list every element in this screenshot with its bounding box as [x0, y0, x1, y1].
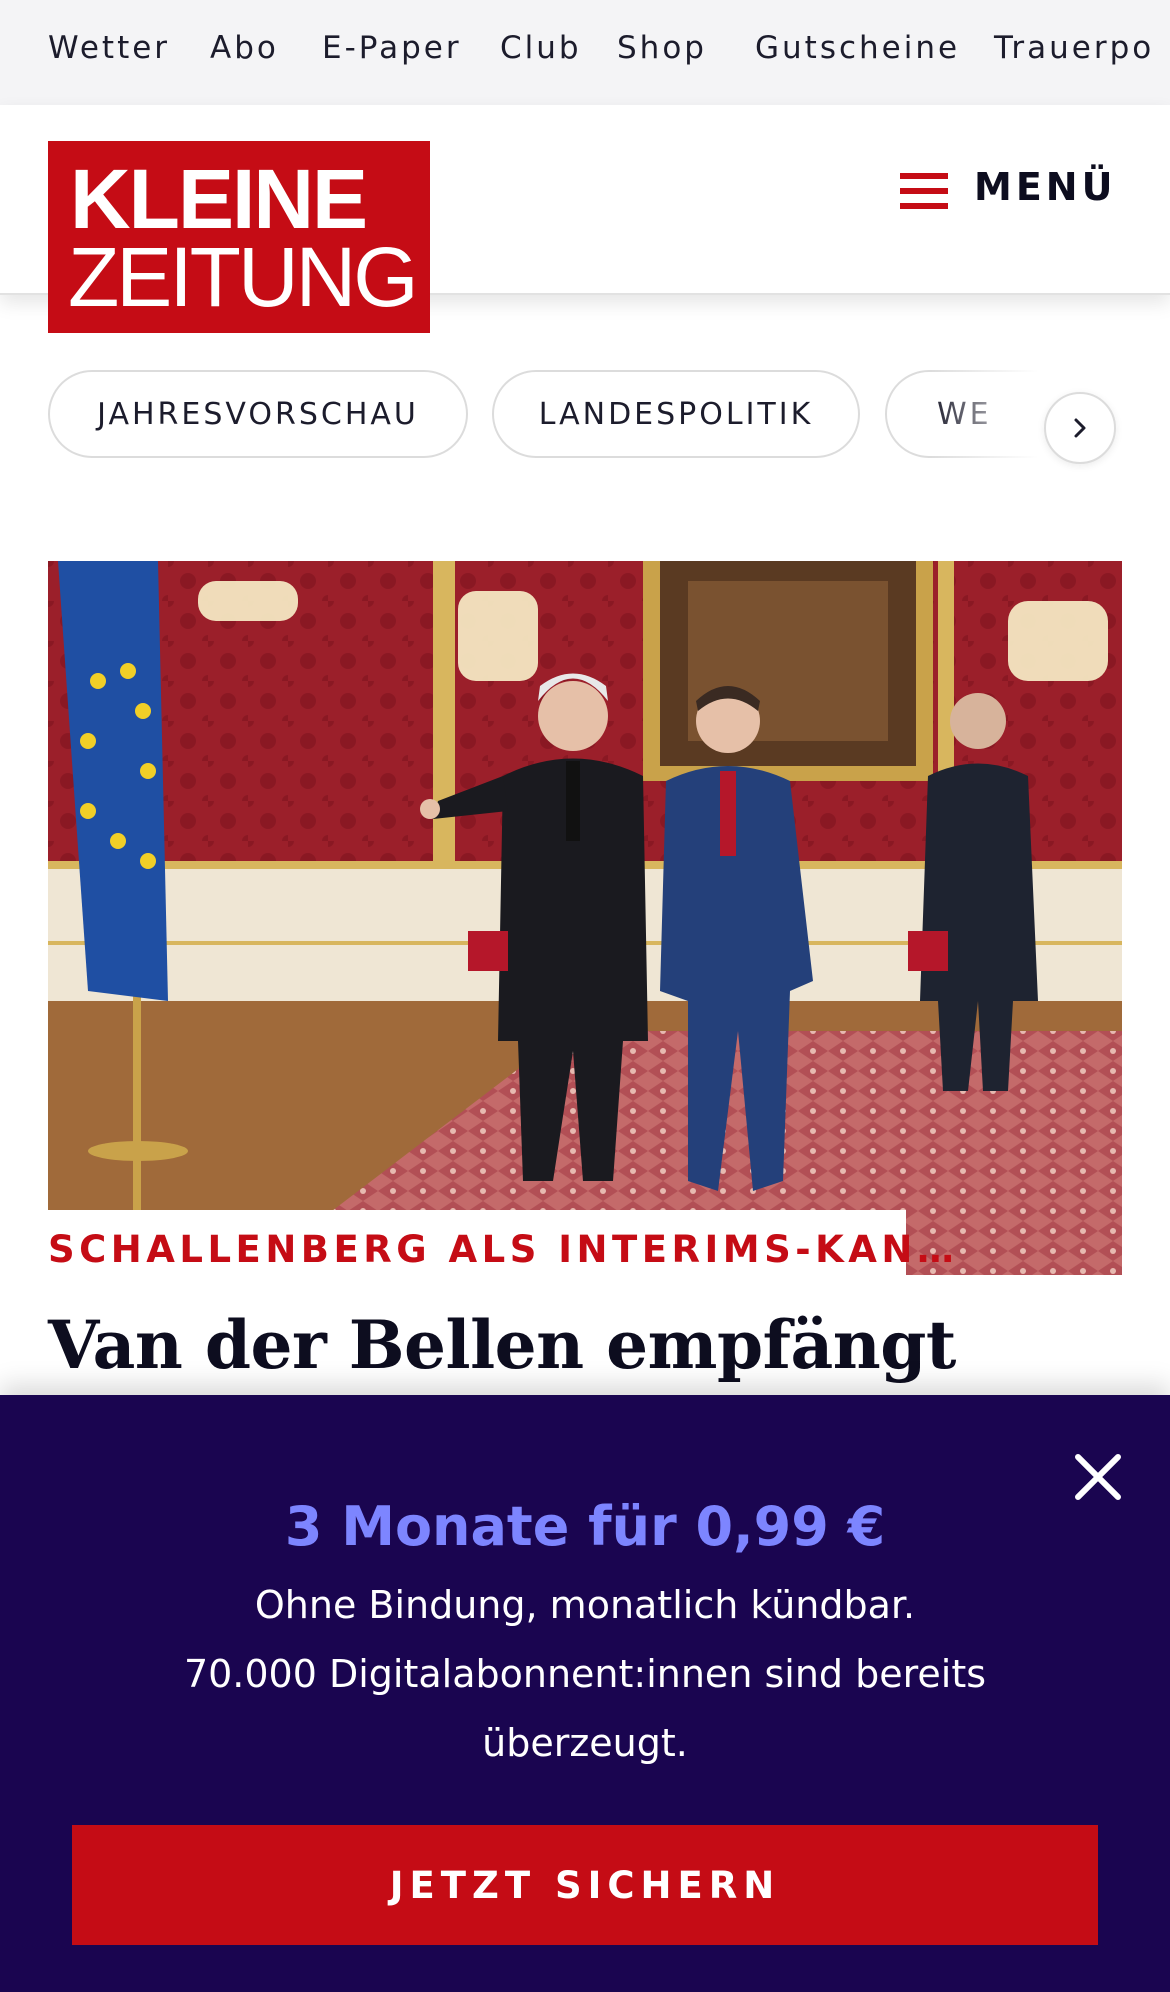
topic-chip-landespolitik[interactable]: LANDESPOLITIK [492, 370, 860, 458]
article-kicker[interactable]: SCHALLENBERG ALS INTERIMS-KAN… [48, 1228, 958, 1271]
topnav-link-gutscheine[interactable]: Gutscheine [755, 30, 960, 66]
menu-button[interactable]: MENÜ [900, 155, 1112, 215]
offer-line-2: 70.000 Digitalabonnent:innen sind bereit… [183, 1652, 987, 1765]
kleine-zeitung-logo[interactable]: KLEINE ZEITUNG [48, 141, 430, 333]
topnav-link-shop[interactable]: Shop [617, 30, 707, 66]
topnav-link-club[interactable]: Club [500, 30, 582, 66]
topnav-link-wetter[interactable]: Wetter [48, 30, 170, 66]
top-utility-nav: Wetter Abo E-Paper Club Shop Gutscheine … [0, 0, 1170, 105]
chevron-right-icon [1074, 418, 1086, 438]
chips-next-button[interactable] [1044, 392, 1116, 464]
offer-title: 3 Monate für 0,99 € [284, 1495, 886, 1558]
article-headline[interactable]: Van der Bellen empfängt [48, 1306, 956, 1384]
paywall-overlay: 3 Monate für 0,99 € Ohne Bindung, monatl… [0, 1395, 1170, 1992]
photo-hofburg-reception-icon [48, 561, 1122, 1275]
site-header: KLEINE ZEITUNG MENÜ [0, 105, 1170, 333]
menu-label: MENÜ [974, 165, 1117, 209]
topnav-link-trauerportal[interactable]: Trauerpo [994, 30, 1154, 66]
topnav-link-abo[interactable]: Abo [210, 30, 279, 66]
logo-line-1: KLEINE [70, 152, 368, 246]
topic-chip-jahresvorschau[interactable]: JAHRESVORSCHAU [48, 370, 468, 458]
topic-chips-row: JAHRESVORSCHAU LANDESPOLITIK WE [0, 368, 1170, 460]
offer-line-1: Ohne Bindung, monatlich kündbar. [254, 1583, 916, 1627]
article-hero-image[interactable] [48, 561, 1122, 1275]
hamburger-icon [900, 173, 948, 209]
topnav-link-epaper[interactable]: E-Paper [322, 30, 462, 66]
logo-line-2: ZEITUNG [68, 230, 419, 324]
subscribe-cta-button[interactable]: JETZT SICHERN [72, 1825, 1098, 1945]
offer-description: Ohne Bindung, monatlich kündbar. 70.000 … [140, 1571, 1030, 1778]
